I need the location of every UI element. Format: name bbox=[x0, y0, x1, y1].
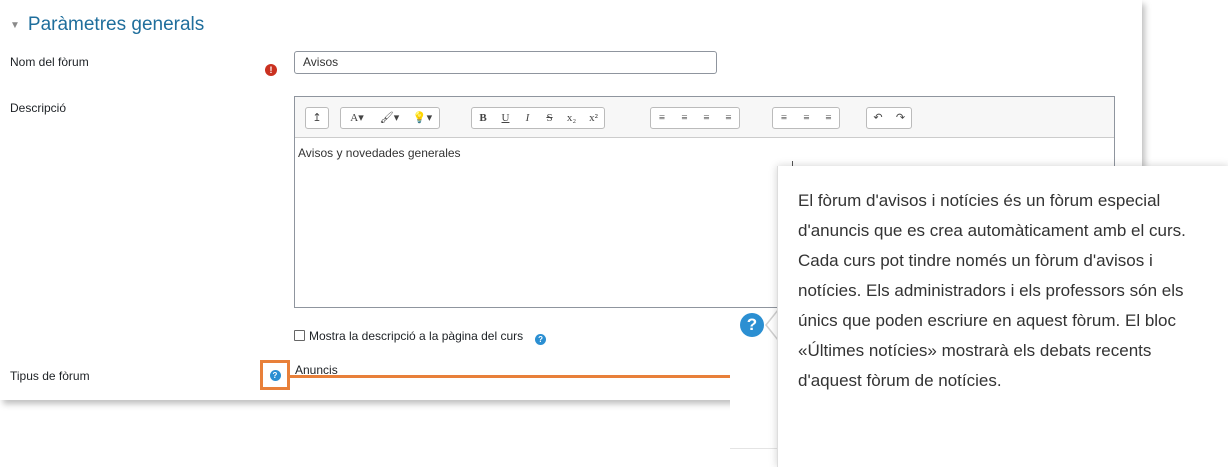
toolbar-group-align: ≡ ≡ ≡ bbox=[772, 107, 840, 129]
strikethrough-button[interactable]: S bbox=[538, 108, 560, 128]
required-icon: ! bbox=[265, 64, 277, 76]
help-popover: El fòrum d'avisos i notícies és un fòrum… bbox=[777, 166, 1228, 467]
forum-type-help-icon[interactable]: ? bbox=[269, 369, 281, 381]
show-description-label: Mostra la descripció a la pàgina del cur… bbox=[309, 328, 524, 343]
toolbar-group-toggle: ↥ bbox=[305, 107, 329, 129]
ordered-list-button[interactable]: ≡ bbox=[673, 108, 695, 128]
align-left-button[interactable]: ≡ bbox=[773, 108, 795, 128]
font-style-button[interactable]: A▾ bbox=[341, 108, 373, 128]
underline-button[interactable]: U bbox=[494, 108, 516, 128]
undo-button[interactable]: ↶ bbox=[867, 108, 889, 128]
forum-name-label: Nom del fòrum bbox=[10, 55, 89, 69]
align-right-button[interactable]: ≡ bbox=[817, 108, 839, 128]
font-color-button[interactable]: 🖌▾ bbox=[373, 108, 405, 128]
section-title: Paràmetres generals bbox=[27, 14, 205, 35]
toolbar-group-style: A▾ 🖌▾ 💡▾ bbox=[340, 107, 440, 129]
toolbar-group-format: B U I S x₂ x² bbox=[471, 107, 605, 129]
editor-toolbar: ↥ A▾ 🖌▾ 💡▾ B U I S x₂ x² ≡ ≡ ≡ ≡ ≡ ≡ ≡ ↶… bbox=[295, 97, 1114, 138]
popover-help-icon: ? bbox=[740, 313, 764, 337]
help-popover-text: El fòrum d'avisos i notícies és un fòrum… bbox=[798, 191, 1186, 390]
outdent-button[interactable]: ≡ bbox=[717, 108, 739, 128]
indent-button[interactable]: ≡ bbox=[695, 108, 717, 128]
toolbar-toggle-button[interactable]: ↥ bbox=[306, 108, 328, 128]
bold-button[interactable]: B bbox=[472, 108, 494, 128]
highlight-box: ? bbox=[260, 360, 290, 390]
callout-background bbox=[730, 368, 778, 467]
subscript-button[interactable]: x₂ bbox=[560, 108, 582, 128]
show-description-row: Mostra la descripció a la pàgina del cur… bbox=[294, 326, 547, 345]
align-center-button[interactable]: ≡ bbox=[795, 108, 817, 128]
superscript-button[interactable]: x² bbox=[582, 108, 604, 128]
toolbar-group-history: ↶ ↷ bbox=[866, 107, 912, 129]
help-icon[interactable]: ? bbox=[535, 334, 547, 345]
section-header[interactable]: ▼ Paràmetres generals bbox=[10, 14, 204, 36]
highlight-button[interactable]: 💡▾ bbox=[405, 108, 439, 128]
forum-type-label: Tipus de fòrum bbox=[10, 369, 90, 383]
callout-connector bbox=[290, 375, 730, 378]
redo-button[interactable]: ↷ bbox=[889, 108, 911, 128]
editor-content[interactable]: Avisos y novedades generales bbox=[295, 138, 1114, 168]
unordered-list-button[interactable]: ≡ bbox=[651, 108, 673, 128]
italic-button[interactable]: I bbox=[516, 108, 538, 128]
description-label: Descripció bbox=[10, 101, 67, 115]
collapse-caret-icon[interactable]: ▼ bbox=[10, 20, 20, 31]
divider bbox=[730, 448, 777, 449]
forum-name-input[interactable]: Avisos bbox=[294, 51, 717, 74]
toolbar-group-lists: ≡ ≡ ≡ ≡ bbox=[650, 107, 740, 129]
show-description-checkbox[interactable] bbox=[294, 330, 305, 341]
